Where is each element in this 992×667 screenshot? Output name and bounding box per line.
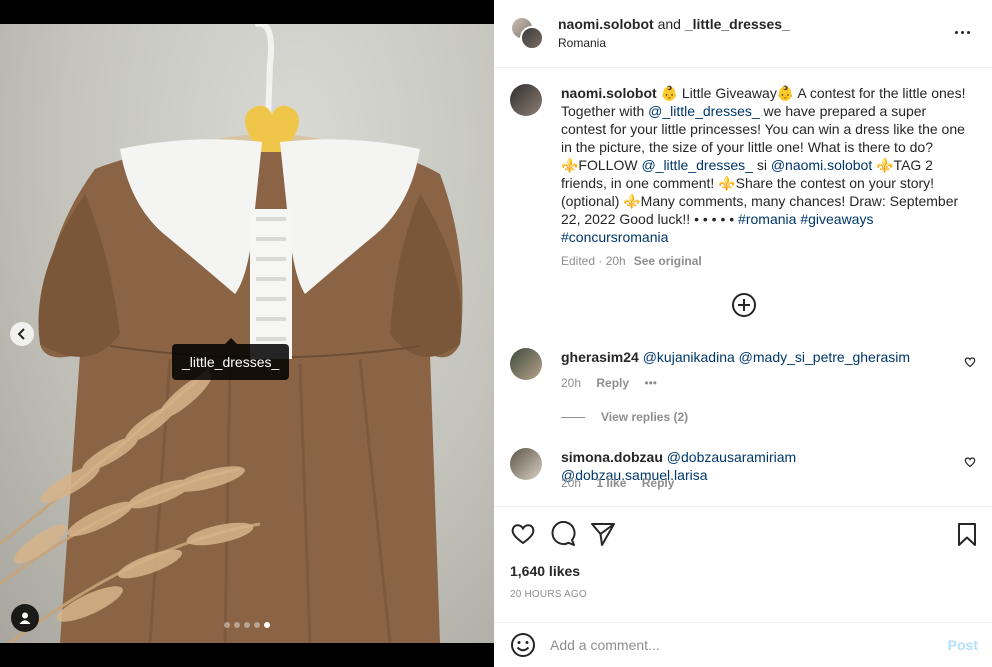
tagged-users-button[interactable] bbox=[11, 604, 39, 632]
comment-options-button[interactable]: ••• bbox=[644, 376, 657, 390]
post-actions: 1,640 likes 20 HOURS AGO bbox=[494, 506, 992, 622]
reply-button[interactable]: Reply bbox=[596, 376, 629, 390]
caption-username[interactable]: naomi.solobot bbox=[561, 85, 657, 101]
post-details-panel: naomi.solobot and _little_dresses_ Roman… bbox=[494, 0, 992, 667]
more-options-button[interactable] bbox=[950, 24, 974, 40]
mention-link[interactable]: @naomi.solobot bbox=[771, 157, 872, 173]
edited-timestamp: Edited · 20h bbox=[561, 254, 626, 268]
user-tag-label: _little_dresses_ bbox=[182, 354, 280, 370]
more-dots-icon bbox=[954, 30, 958, 34]
hashtag-link[interactable]: #giveaways bbox=[800, 211, 873, 227]
header-username-2[interactable]: _little_dresses_ bbox=[685, 16, 790, 32]
post-photo[interactable]: _little_dresses_ bbox=[0, 24, 494, 643]
comment-meta: 20h Reply ••• bbox=[561, 376, 669, 390]
carousel-dot bbox=[234, 622, 240, 628]
header-location[interactable]: Romania bbox=[558, 36, 606, 50]
load-more-comments-icon[interactable] bbox=[731, 292, 757, 318]
heart-icon[interactable] bbox=[964, 356, 976, 368]
view-replies-button[interactable]: View replies (2) bbox=[561, 410, 688, 424]
comment-bubble-icon[interactable] bbox=[550, 521, 576, 547]
collab-avatars[interactable] bbox=[510, 16, 544, 50]
comment-username[interactable]: gherasim24 bbox=[561, 349, 639, 365]
caption-text: naomi.solobot 👶 Little Giveaway👶 A conte… bbox=[561, 84, 971, 246]
comment-time: 20h bbox=[561, 476, 582, 490]
carousel-indicators bbox=[224, 622, 270, 628]
likes-count[interactable]: 1,640 likes bbox=[510, 563, 580, 579]
comment-time: 20h bbox=[561, 376, 582, 390]
avatar[interactable] bbox=[510, 448, 542, 480]
dress-illustration bbox=[0, 24, 463, 643]
caption-text-part: si bbox=[752, 157, 771, 173]
header-usernames: naomi.solobot and _little_dresses_ bbox=[558, 16, 790, 32]
person-icon bbox=[19, 612, 31, 624]
emoji-icon[interactable] bbox=[510, 632, 536, 658]
reply-button[interactable]: Reply bbox=[642, 476, 675, 490]
see-original-button[interactable]: See original bbox=[634, 254, 702, 268]
post-header: naomi.solobot and _little_dresses_ Roman… bbox=[494, 0, 992, 68]
like-heart-icon[interactable] bbox=[510, 521, 536, 547]
hashtag-link[interactable]: #romania bbox=[738, 211, 796, 227]
post-timestamp[interactable]: 20 HOURS AGO bbox=[510, 589, 587, 600]
comment-input[interactable] bbox=[550, 631, 930, 659]
post-media: _little_dresses_ bbox=[0, 0, 494, 667]
comment-mentions[interactable]: @kujanikadina @mady_si_petre_gherasim bbox=[643, 349, 910, 365]
avatar bbox=[520, 26, 544, 50]
avatar[interactable] bbox=[510, 84, 542, 116]
share-paper-plane-icon[interactable] bbox=[590, 521, 616, 547]
carousel-dot bbox=[244, 622, 250, 628]
hashtag-link[interactable]: #concursromania bbox=[561, 229, 668, 245]
caption-meta: Edited · 20h See original bbox=[561, 254, 702, 268]
post-comment-button[interactable]: Post bbox=[948, 637, 978, 653]
comment-username[interactable]: simona.dobzau bbox=[561, 449, 663, 465]
mention-link[interactable]: @_little_dresses_ bbox=[641, 157, 753, 173]
mention-link[interactable]: @_little_dresses_ bbox=[648, 103, 760, 119]
header-username-1[interactable]: naomi.solobot bbox=[558, 16, 654, 32]
add-comment-bar: Post bbox=[494, 622, 992, 667]
carousel-dot bbox=[254, 622, 260, 628]
save-bookmark-icon[interactable] bbox=[954, 521, 980, 547]
user-tag-bubble[interactable]: _little_dresses_ bbox=[172, 338, 290, 380]
heart-icon[interactable] bbox=[964, 456, 976, 468]
header-and: and bbox=[657, 16, 681, 32]
comment-likes[interactable]: 1 like bbox=[596, 476, 626, 490]
comment-text: gherasim24 @kujanikadina @mady_si_petre_… bbox=[561, 348, 941, 366]
avatar[interactable] bbox=[510, 348, 542, 380]
comment-meta: 20h 1 like Reply bbox=[561, 476, 686, 490]
carousel-dot-active bbox=[264, 622, 270, 628]
carousel-dot bbox=[224, 622, 230, 628]
carousel-prev-button[interactable] bbox=[10, 322, 34, 346]
chevron-left-icon bbox=[17, 328, 25, 340]
